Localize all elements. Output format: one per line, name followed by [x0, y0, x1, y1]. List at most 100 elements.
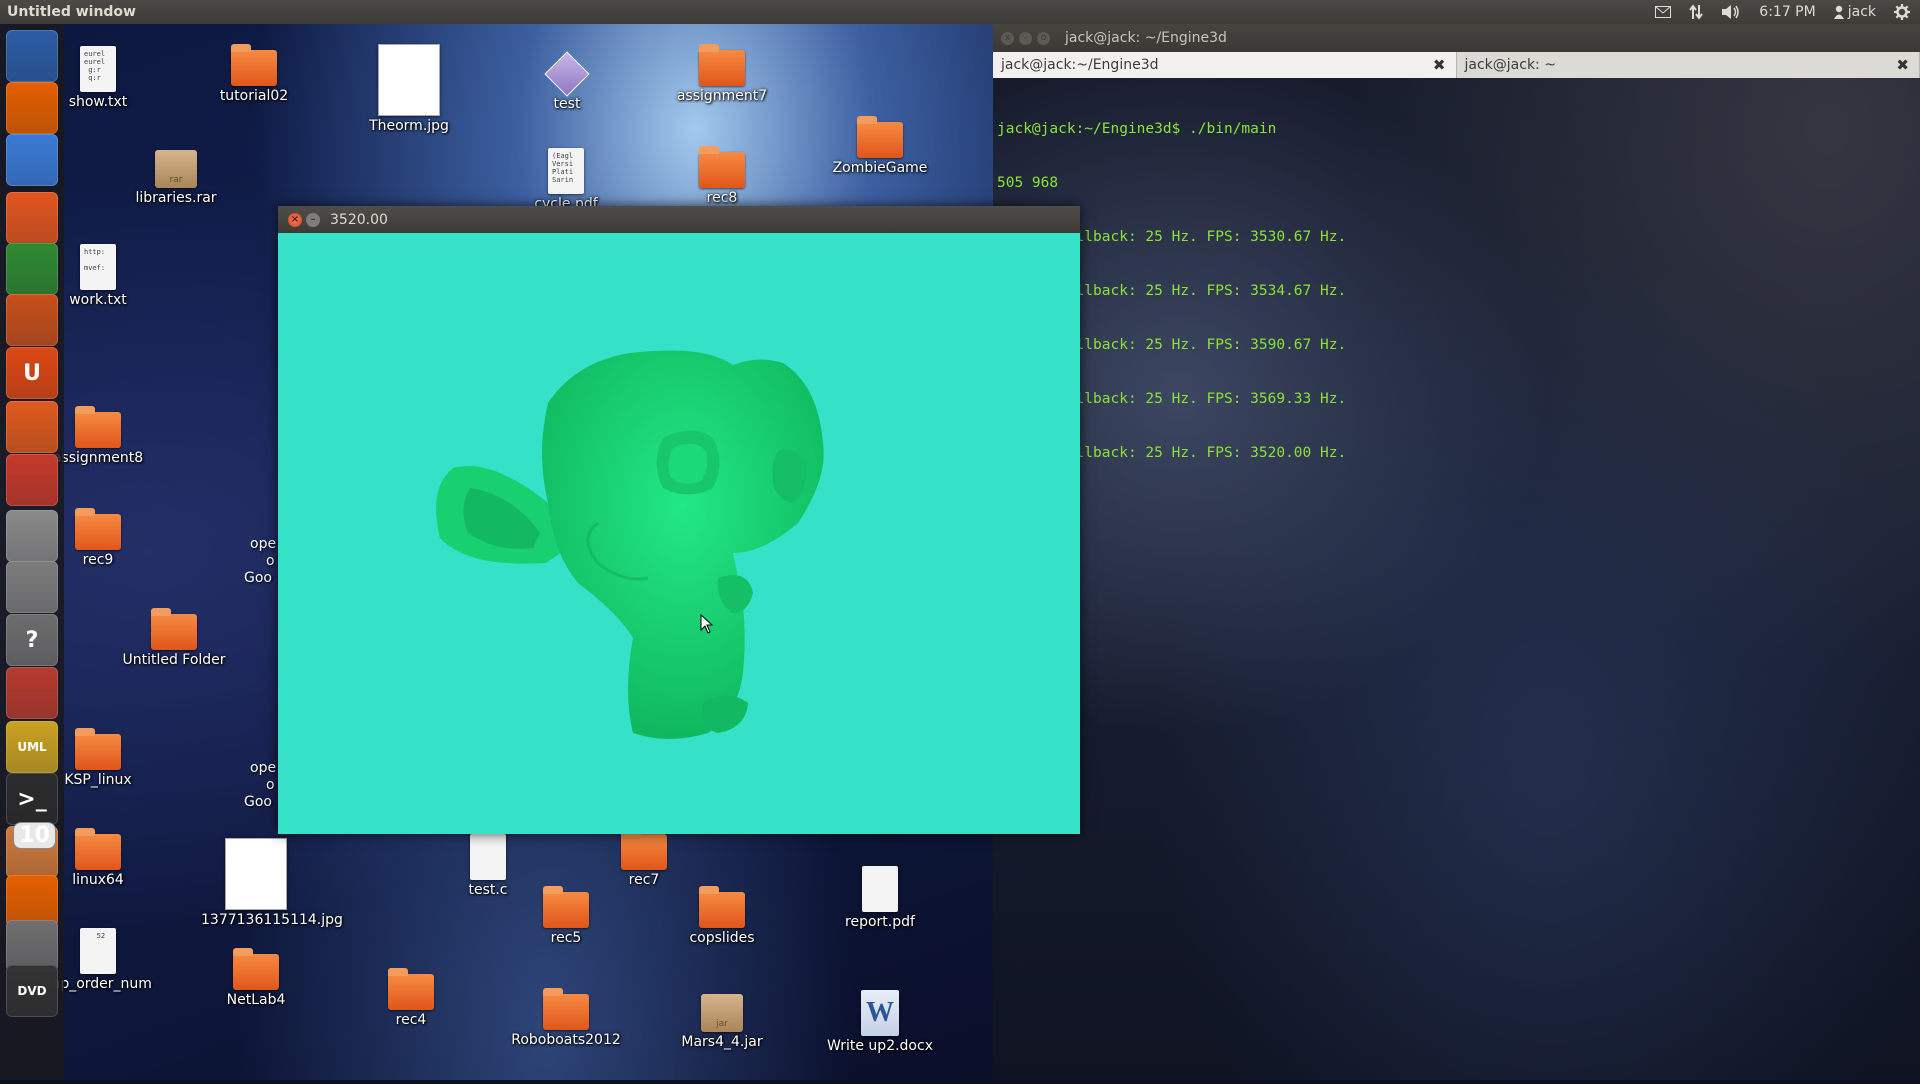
executable-icon [544, 51, 589, 96]
desktop-icon-tutorial02[interactable]: tutorial02 [199, 50, 309, 104]
launcher-system-settings[interactable] [6, 454, 58, 506]
launcher-firefox[interactable] [6, 82, 58, 134]
opengl-titlebar[interactable]: × – 3520.00 [278, 206, 1080, 233]
desktop-icon-roboboats2012[interactable]: Roboboats2012 [511, 994, 621, 1048]
word-document-icon: W [861, 990, 899, 1036]
tab-home[interactable]: jack@jack: ~ ✖ [1457, 52, 1920, 78]
user-menu[interactable]: jack [1834, 4, 1876, 20]
launcher-terminal[interactable]: >_ [6, 773, 58, 825]
terminal-line: jack@jack:~/Engine3d$ ./bin/main [997, 120, 1917, 138]
desktop-icon-zombiegame[interactable]: ZombieGame [825, 122, 935, 176]
desktop-icon-libraries-rar[interactable]: rarlibraries.rar [121, 150, 231, 206]
clock[interactable]: 6:17 PM [1759, 4, 1815, 20]
desktop-icon-cycle-pdf[interactable]: (Eagl Versi Plati Sarincycle.pdf [511, 148, 621, 212]
desktop-icon-label: Mars4_4.jar [667, 1034, 777, 1050]
folder-icon [75, 734, 121, 770]
network-icon[interactable] [1689, 4, 1703, 20]
desktop-icon-rec7[interactable]: rec7 [589, 834, 699, 888]
folder-icon [857, 122, 903, 158]
close-icon[interactable]: × [288, 213, 302, 227]
terminal-window: x - o jack@jack: ~/Engine3d jack@jack:~/… [993, 24, 1920, 1080]
desktop-icon-label: rec5 [511, 930, 621, 946]
archive-icon: rar [155, 150, 197, 188]
desktop-icon-test-c[interactable]: test.c [433, 834, 543, 898]
minimize-icon[interactable]: – [306, 213, 320, 227]
document-preview-text: 52 [80, 928, 116, 944]
terminal-line: 505 968 [997, 174, 1917, 192]
launcher-umbrello-uml[interactable]: UML [6, 721, 58, 773]
launcher-libreoffice-calc[interactable] [6, 243, 58, 295]
desktop-icon-test[interactable]: test [512, 50, 622, 112]
desktop-icon-label: tutorial02 [199, 88, 309, 104]
launcher-app-store[interactable] [6, 401, 58, 453]
desktop-icon-assignment7[interactable]: assignment7 [667, 50, 777, 104]
tab-close-icon[interactable]: ✖ [1433, 56, 1446, 74]
folder-icon [75, 834, 121, 870]
umbrello-uml-icon: UML [17, 740, 46, 754]
partial-icon-label: Goo [244, 794, 272, 810]
terminal-titlebar[interactable]: x - o jack@jack: ~/Engine3d [993, 24, 1920, 52]
partial-icon-label: o [266, 777, 275, 793]
folder-icon [543, 892, 589, 928]
help-icon: ? [26, 628, 39, 653]
dvd-icon: DVD [17, 984, 46, 998]
mail-icon[interactable] [1655, 6, 1671, 18]
launcher-ubuntu-software-center[interactable]: U [6, 347, 58, 399]
update-count-badge: 10 [13, 822, 56, 849]
maximize-icon[interactable]: o [1037, 32, 1050, 45]
desktop-icon-write-up2-docx[interactable]: WWrite up2.docx [825, 990, 935, 1054]
monkey-head-model [278, 233, 1080, 834]
document-icon [470, 834, 506, 880]
document-icon: 52 [80, 928, 116, 974]
launcher-files[interactable] [6, 192, 58, 244]
launcher-chromium[interactable] [6, 134, 58, 186]
desktop-icon-mars4-4-jar[interactable]: jar Mars4_4.jar [667, 994, 777, 1050]
tab-close-icon[interactable]: ✖ [1896, 56, 1909, 74]
folder-icon [231, 50, 277, 86]
terminal-output[interactable]: jack@jack:~/Engine3d$ ./bin/main 505 968… [997, 78, 1917, 1084]
folder-icon [621, 834, 667, 870]
folder-icon [699, 50, 745, 86]
launcher-dash-home[interactable] [6, 30, 58, 82]
launcher-dvd[interactable]: DVD [6, 965, 58, 1017]
desktop-icon-theorm-jpg[interactable]: Theorm.jpg [354, 44, 464, 134]
launcher-dia[interactable] [6, 667, 58, 719]
launcher-system-tools[interactable] [6, 510, 58, 562]
desktop-icon-label: test [512, 96, 622, 112]
document-icon: (Eagl Versi Plati Sarin [548, 148, 584, 194]
partial-icon-label: ope [250, 760, 276, 776]
desktop-icon-1377136115114-jpg[interactable]: 1377136115114.jpg [201, 838, 311, 928]
top-panel: Untitled window 6:17 PM jack [0, 0, 1920, 24]
desktop-icon-rec8[interactable]: rec8 [667, 152, 777, 206]
launcher-update-manager[interactable]: 10 [6, 826, 58, 878]
volume-icon[interactable] [1721, 4, 1741, 20]
desktop-icon-label: Untitled Folder [119, 652, 229, 668]
desktop-icon-label: 1377136115114.jpg [201, 912, 311, 928]
desktop-icon-copslides[interactable]: copslides [667, 892, 777, 946]
desktop-icon-rec4[interactable]: rec4 [356, 974, 466, 1028]
launcher-libreoffice-impress[interactable] [6, 294, 58, 346]
render-viewport[interactable] [278, 233, 1080, 834]
opengl-window: × – 3520.00 [278, 206, 1080, 834]
desktop-icon-label: rec7 [589, 872, 699, 888]
desktop-icon-netlab4[interactable]: NetLab4 [201, 954, 311, 1008]
desktop-icon-rec5[interactable]: rec5 [511, 892, 621, 946]
terminal-title: jack@jack: ~/Engine3d [1065, 30, 1227, 46]
archive-icon: jar [701, 994, 743, 1032]
folder-icon [699, 892, 745, 928]
gear-icon[interactable] [1894, 4, 1910, 20]
desktop-icon-untitled-folder[interactable]: Untitled Folder [119, 614, 229, 668]
partial-icon-label: o [266, 553, 275, 569]
launcher-image-viewer[interactable] [6, 561, 58, 613]
image-thumbnail-icon [378, 44, 440, 116]
launcher-help[interactable]: ? [6, 614, 58, 666]
desktop-icon-report-pdf[interactable]: report.pdf [825, 866, 935, 930]
document-icon: http: mvef: [80, 244, 116, 290]
terminal-line: update callback: 25 Hz. FPS: 3534.67 Hz. [997, 282, 1917, 300]
archive-type-label: rar [170, 175, 183, 185]
close-icon[interactable]: x [1001, 32, 1014, 45]
indicator-area: 6:17 PM jack [1655, 4, 1920, 20]
folder-icon [75, 412, 121, 448]
minimize-icon[interactable]: - [1019, 32, 1032, 45]
tab-engine3d[interactable]: jack@jack:~/Engine3d ✖ [993, 52, 1457, 78]
